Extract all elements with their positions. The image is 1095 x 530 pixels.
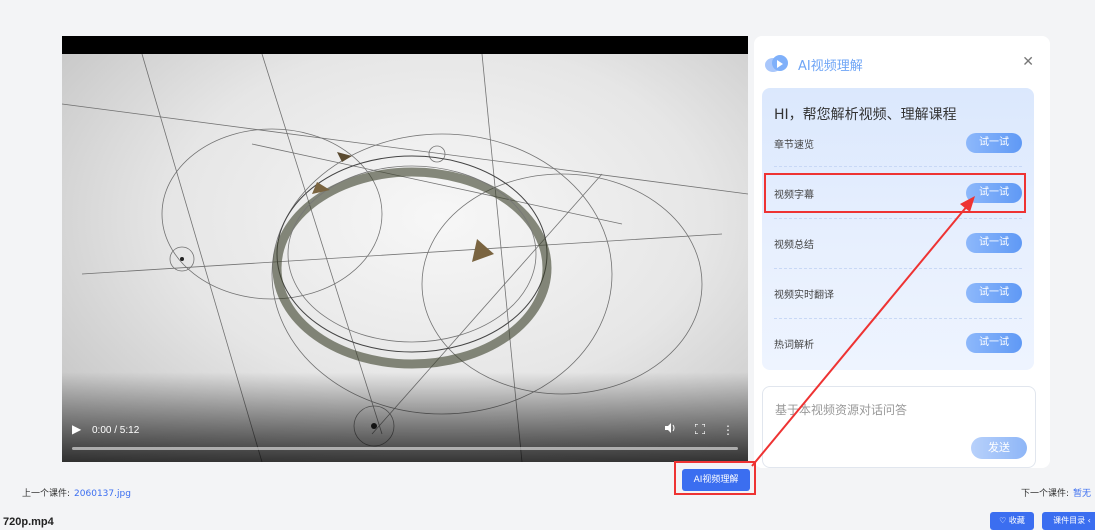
file-name: 720p.mp4 xyxy=(3,516,54,528)
close-icon[interactable]: ✕ xyxy=(1022,54,1034,70)
ai-video-panel: AI视频理解 ✕ HI，帮您解析视频、理解课程 章节速览 试一试 视频字幕 试一… xyxy=(754,36,1050,468)
greeting: HI，帮您解析视频、理解课程 xyxy=(774,107,957,123)
volume-icon[interactable] xyxy=(662,422,678,438)
feature-label: 视频总结 xyxy=(774,239,814,251)
prev-course-link[interactable]: 2060137.jpg xyxy=(74,489,131,499)
feature-card: HI，帮您解析视频、理解课程 章节速览 试一试 视频字幕 试一试 视频总结 试一… xyxy=(762,88,1034,370)
prev-course: 上一个课件: 2060137.jpg xyxy=(22,486,131,499)
ai-panel-title: AI视频理解 xyxy=(798,58,863,74)
send-button[interactable]: 发送 xyxy=(971,437,1027,459)
play-icon[interactable]: ▶ xyxy=(72,422,86,436)
video-player[interactable]: ▶ 0:00 / 5:12 ⋮ xyxy=(62,36,748,462)
favorite-button[interactable]: ♡ 收藏 xyxy=(990,512,1034,530)
catalog-button[interactable]: 课件目录 ‹ xyxy=(1042,512,1095,530)
qa-placeholder[interactable]: 基于本视频资源对话问答 xyxy=(775,401,907,418)
try-button-hot-words[interactable]: 试一试 xyxy=(966,333,1022,353)
try-button-realtime-translation[interactable]: 试一试 xyxy=(966,283,1022,303)
more-options-icon[interactable]: ⋮ xyxy=(720,422,736,438)
feature-label: 章节速览 xyxy=(774,139,814,151)
prev-course-label: 上一个课件: xyxy=(22,489,71,499)
next-course: 下一个课件: 暂无 xyxy=(1021,486,1091,499)
feature-hot-words: 热词解析 试一试 xyxy=(774,326,1022,360)
ai-panel-header: AI视频理解 xyxy=(764,52,863,76)
ai-video-understanding-button[interactable]: AI视频理解 xyxy=(682,469,750,491)
feature-label: 热词解析 xyxy=(774,339,814,351)
try-button-video-summary[interactable]: 试一试 xyxy=(966,233,1022,253)
ai-cloud-icon xyxy=(764,54,790,74)
next-course-link[interactable]: 暂无 xyxy=(1073,489,1091,499)
video-progress-bar[interactable] xyxy=(72,447,738,450)
feature-video-summary: 视频总结 试一试 xyxy=(774,226,1022,260)
qa-input-card[interactable]: 基于本视频资源对话问答 发送 xyxy=(762,386,1036,468)
fullscreen-icon[interactable] xyxy=(692,422,708,438)
next-course-label: 下一个课件: xyxy=(1020,489,1069,499)
feature-chapter-overview: 章节速览 试一试 xyxy=(774,126,1022,160)
feature-realtime-translation: 视频实时翻译 试一试 xyxy=(774,276,1022,310)
video-time: 0:00 / 5:12 xyxy=(92,425,140,436)
divider xyxy=(774,318,1022,319)
highlight-subtitles xyxy=(764,173,1026,213)
divider xyxy=(774,218,1022,219)
divider xyxy=(774,166,1022,167)
feature-label: 视频实时翻译 xyxy=(774,289,834,301)
try-button-chapter-overview[interactable]: 试一试 xyxy=(966,133,1022,153)
divider xyxy=(774,268,1022,269)
